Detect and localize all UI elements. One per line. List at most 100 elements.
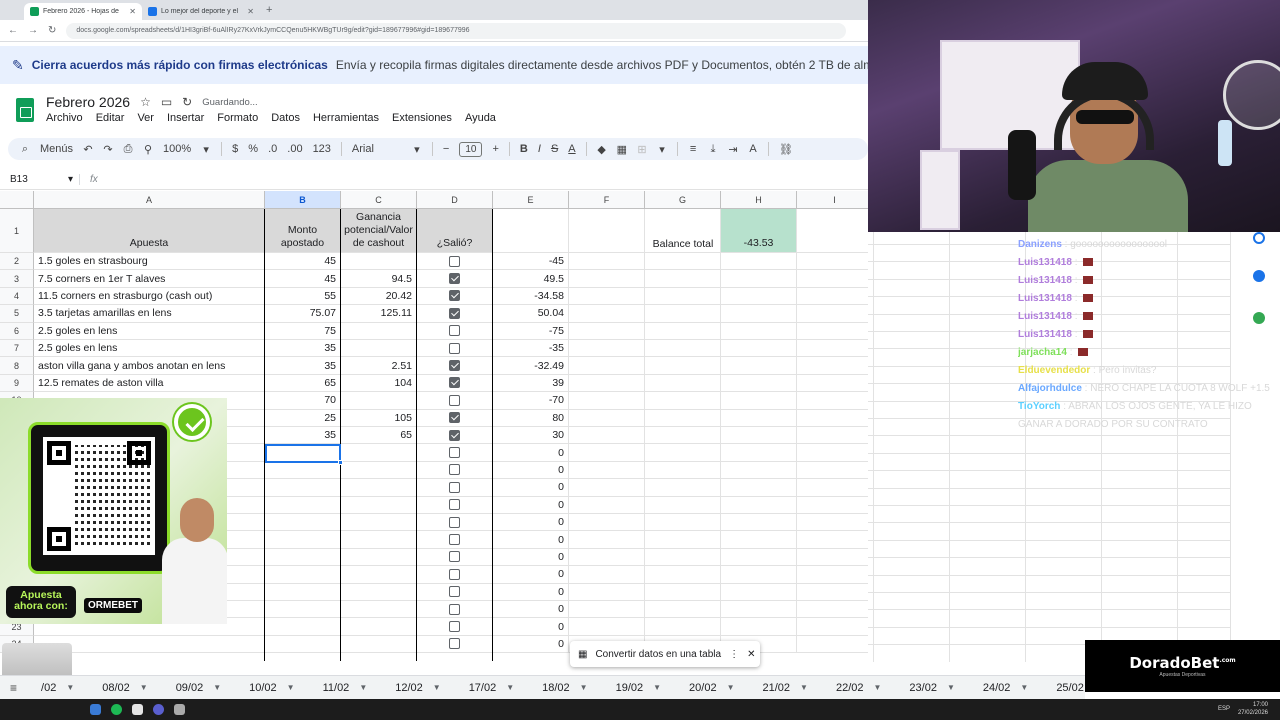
cell-d[interactable] [417, 322, 493, 340]
cell[interactable] [797, 340, 868, 358]
borders-icon[interactable]: ▦ [617, 143, 627, 156]
cell[interactable] [569, 287, 645, 306]
chevron-down-icon[interactable]: ▾ [412, 143, 422, 156]
align-left-icon[interactable]: ≡ [688, 143, 698, 155]
cell[interactable] [645, 305, 721, 323]
cell-e[interactable]: 0 [493, 566, 569, 584]
cell-d[interactable] [417, 479, 493, 497]
sheet-tab[interactable]: 20/02 ▼ [675, 676, 748, 699]
cell[interactable] [797, 444, 868, 462]
chevron-down-icon[interactable]: ▼ [653, 683, 661, 692]
valign-icon[interactable]: ⤓ [708, 143, 718, 156]
language-indicator[interactable]: ESP [1218, 706, 1230, 712]
cell-e[interactable]: 0 [493, 618, 569, 636]
cell-a[interactable]: 7.5 corners en 1er T alaves [34, 270, 265, 288]
cell-d[interactable] [417, 548, 493, 567]
cell[interactable] [721, 392, 797, 410]
cell-c[interactable] [341, 322, 417, 340]
header-cell-d[interactable]: ¿Salió? [417, 209, 493, 253]
row-header[interactable]: 8 [0, 357, 34, 375]
cell[interactable] [797, 305, 868, 323]
cell[interactable] [645, 461, 721, 480]
cell-b[interactable] [265, 514, 341, 532]
cell-b[interactable] [265, 461, 341, 480]
sheet-tab[interactable]: 12/02 ▼ [381, 676, 454, 699]
cell-c[interactable] [341, 392, 417, 410]
column-header-f[interactable]: F [569, 191, 645, 209]
balance-value[interactable]: -43.53 [721, 209, 797, 253]
checkbox-unchecked[interactable] [449, 568, 460, 580]
cell[interactable] [797, 566, 868, 584]
menu-item-datos[interactable]: Datos [271, 112, 300, 124]
cell-e[interactable]: 0 [493, 461, 569, 480]
column-header-d[interactable]: D [417, 191, 493, 209]
cell[interactable] [721, 409, 797, 427]
menu-item-ver[interactable]: Ver [137, 112, 154, 124]
column-header-g[interactable]: G [645, 191, 721, 209]
cell[interactable] [645, 409, 721, 427]
cell[interactable] [721, 357, 797, 375]
cell-b[interactable] [265, 583, 341, 601]
chevron-down-icon[interactable]: ▼ [287, 683, 295, 692]
cell[interactable] [569, 566, 645, 584]
cell-b[interactable]: 75 [265, 322, 341, 340]
cell[interactable] [797, 462, 868, 480]
cell[interactable] [569, 253, 645, 271]
cell-c[interactable]: 125.11 [341, 305, 417, 323]
cell-d[interactable] [417, 340, 493, 358]
cell-e[interactable]: 39 [493, 374, 569, 393]
header-cell-a[interactable]: Apuesta [34, 209, 265, 253]
cell[interactable] [797, 209, 868, 253]
cell[interactable] [797, 531, 868, 549]
column-header-c[interactable]: C [341, 191, 417, 209]
cell-d[interactable] [417, 531, 493, 549]
spotify-icon[interactable] [111, 704, 122, 715]
column-header-h[interactable]: H [721, 191, 797, 209]
cell-c[interactable] [341, 601, 417, 619]
cell[interactable] [569, 583, 645, 601]
cell-e[interactable]: -34.58 [493, 287, 569, 306]
more-formats-button[interactable]: 123 [313, 143, 331, 155]
undo-icon[interactable]: ↶ [83, 143, 93, 156]
cell-e[interactable]: 0 [493, 479, 569, 497]
cell-c[interactable] [341, 566, 417, 584]
balance-label[interactable]: Balance total [645, 235, 721, 253]
font-select[interactable]: Arial [352, 143, 402, 155]
cell-c[interactable] [341, 444, 417, 462]
cell-d[interactable] [417, 357, 493, 375]
row-header[interactable]: 2 [0, 253, 34, 271]
cell-c[interactable] [341, 635, 417, 654]
checkbox-checked[interactable] [449, 273, 460, 285]
cell[interactable] [721, 340, 797, 358]
checkbox-unchecked[interactable] [449, 447, 460, 459]
chevron-down-icon[interactable]: ▾ [201, 143, 211, 156]
row-header[interactable]: 5 [0, 305, 34, 323]
chevron-down-icon[interactable]: ▼ [800, 683, 808, 692]
chevron-down-icon[interactable]: ▼ [433, 683, 441, 692]
explorer-icon[interactable] [90, 704, 101, 715]
cell[interactable] [645, 374, 721, 393]
cell[interactable] [569, 496, 645, 514]
cell[interactable] [721, 618, 797, 636]
cell-c[interactable]: 104 [341, 374, 417, 393]
cell[interactable] [645, 548, 721, 567]
back-icon[interactable]: ← [8, 25, 18, 36]
cell-a[interactable]: 12.5 remates de aston villa [34, 374, 265, 393]
cell[interactable] [645, 583, 721, 601]
checkbox-checked[interactable] [449, 307, 460, 319]
checkbox-unchecked[interactable] [449, 325, 460, 337]
cell-e[interactable]: -32.49 [493, 357, 569, 375]
cell-e[interactable]: 0 [493, 583, 569, 601]
sheet-tab[interactable]: 10/02 ▼ [235, 676, 308, 699]
cell[interactable] [797, 410, 868, 427]
cell[interactable] [721, 322, 797, 340]
italic-button[interactable]: I [538, 143, 541, 155]
cell-e[interactable]: -45 [493, 253, 569, 271]
menu-item-formato[interactable]: Formato [217, 112, 258, 124]
cell-d[interactable] [417, 583, 493, 601]
checkbox-unchecked[interactable] [449, 481, 460, 493]
bold-button[interactable]: B [520, 143, 528, 155]
cell-b[interactable]: 25 [265, 409, 341, 427]
cell-b[interactable]: 35 [265, 427, 341, 445]
column-header-b[interactable]: B [265, 191, 341, 209]
